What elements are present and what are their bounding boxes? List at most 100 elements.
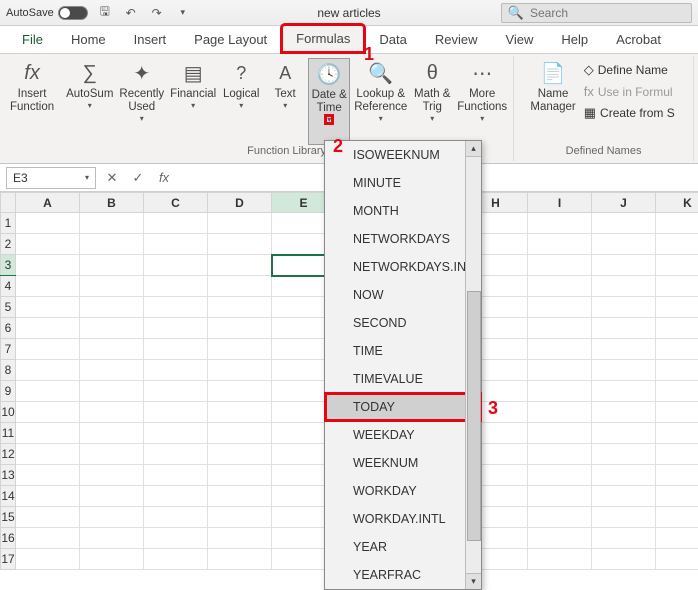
cell[interactable] (16, 213, 80, 234)
column-header[interactable]: A (16, 193, 80, 213)
column-header[interactable]: D (208, 193, 272, 213)
cell[interactable] (16, 234, 80, 255)
cell[interactable] (16, 297, 80, 318)
redo-icon[interactable]: ↷ (148, 4, 166, 22)
scroll-thumb[interactable] (467, 291, 481, 541)
cell[interactable] (80, 402, 144, 423)
cell[interactable] (144, 318, 208, 339)
save-icon[interactable]: 🖫 (96, 4, 114, 22)
tab-file[interactable]: File (8, 26, 57, 53)
cell[interactable] (592, 423, 656, 444)
cell[interactable] (80, 486, 144, 507)
dropdown-item-networkdays-intl[interactable]: NETWORKDAYS.INTL (325, 253, 481, 281)
dropdown-item-workday[interactable]: WORKDAY (325, 477, 481, 505)
dropdown-item-minute[interactable]: MINUTE (325, 169, 481, 197)
dropdown-item-networkdays[interactable]: NETWORKDAYS (325, 225, 481, 253)
cell[interactable] (16, 444, 80, 465)
cell[interactable] (528, 486, 592, 507)
cell[interactable] (528, 339, 592, 360)
cell[interactable] (208, 486, 272, 507)
row-header[interactable]: 13 (1, 465, 16, 486)
enter-icon[interactable]: ✓ (128, 168, 148, 188)
chevron-down-icon[interactable]: ▾ (325, 115, 333, 124)
cell[interactable] (144, 276, 208, 297)
cell[interactable] (208, 549, 272, 570)
create-from-selection-button[interactable]: ▦ Create from S (580, 103, 679, 123)
cell[interactable] (80, 213, 144, 234)
dropdown-item-workday-intl[interactable]: WORKDAY.INTL (325, 505, 481, 533)
row-header[interactable]: 1 (1, 213, 16, 234)
dropdown-item-timevalue[interactable]: TIMEVALUE (325, 365, 481, 393)
cell[interactable] (208, 423, 272, 444)
row-header[interactable]: 14 (1, 486, 16, 507)
cell[interactable] (656, 465, 698, 486)
tab-acrobat[interactable]: Acrobat (602, 26, 675, 53)
cell[interactable] (656, 528, 698, 549)
cell[interactable] (208, 318, 272, 339)
scroll-down-icon[interactable]: ▾ (466, 573, 481, 589)
define-name-button[interactable]: ◇ Define Name (580, 60, 679, 80)
cell[interactable] (208, 528, 272, 549)
dropdown-item-weekday[interactable]: WEEKDAY (325, 421, 481, 449)
cell[interactable] (144, 360, 208, 381)
cell[interactable] (528, 402, 592, 423)
cell[interactable] (144, 339, 208, 360)
cell[interactable] (592, 444, 656, 465)
cell[interactable] (16, 465, 80, 486)
cell[interactable] (80, 339, 144, 360)
row-header[interactable]: 15 (1, 507, 16, 528)
cell[interactable] (592, 507, 656, 528)
dropdown-item-isoweeknum[interactable]: ISOWEEKNUM (325, 141, 481, 169)
cell[interactable] (80, 255, 144, 276)
cell[interactable] (208, 255, 272, 276)
cell[interactable] (16, 381, 80, 402)
cell[interactable] (16, 423, 80, 444)
cell[interactable] (208, 213, 272, 234)
column-header[interactable]: C (144, 193, 208, 213)
cell[interactable] (528, 360, 592, 381)
cell[interactable] (144, 507, 208, 528)
cell[interactable] (528, 318, 592, 339)
tab-help[interactable]: Help (547, 26, 602, 53)
row-header[interactable]: 4 (1, 276, 16, 297)
row-header[interactable]: 12 (1, 444, 16, 465)
date-time-button[interactable]: 🕓 Date & Time ▾ (308, 58, 350, 145)
tab-home[interactable]: Home (57, 26, 120, 53)
dropdown-item-now[interactable]: NOW (325, 281, 481, 309)
cell[interactable] (144, 423, 208, 444)
cell[interactable] (528, 276, 592, 297)
cell[interactable] (80, 465, 144, 486)
cell[interactable] (80, 381, 144, 402)
cell[interactable] (592, 339, 656, 360)
cell[interactable] (208, 381, 272, 402)
cell[interactable] (656, 549, 698, 570)
cell[interactable] (80, 297, 144, 318)
cell[interactable] (144, 234, 208, 255)
row-header[interactable]: 2 (1, 234, 16, 255)
cell[interactable] (208, 339, 272, 360)
cell[interactable] (80, 234, 144, 255)
cell[interactable] (16, 486, 80, 507)
tab-pagelayout[interactable]: Page Layout (180, 26, 281, 53)
cell[interactable] (592, 234, 656, 255)
cell[interactable] (528, 297, 592, 318)
chevron-down-icon[interactable]: ▾ (85, 173, 89, 182)
cell[interactable] (528, 444, 592, 465)
cell[interactable] (16, 528, 80, 549)
text-button[interactable]: A Text ▾ (264, 58, 306, 145)
dropdown-item-yearfrac[interactable]: YEARFRAC (325, 561, 481, 589)
cell[interactable] (592, 276, 656, 297)
cell[interactable] (208, 234, 272, 255)
cell[interactable] (592, 381, 656, 402)
cell[interactable] (592, 255, 656, 276)
dropdown-item-year[interactable]: YEAR (325, 533, 481, 561)
cell[interactable] (528, 549, 592, 570)
cell[interactable] (592, 528, 656, 549)
cell[interactable] (656, 360, 698, 381)
cell[interactable] (16, 549, 80, 570)
row-header[interactable]: 3 (1, 255, 16, 276)
cell[interactable] (16, 276, 80, 297)
undo-icon[interactable]: ↶ (122, 4, 140, 22)
lookup-reference-button[interactable]: 🔍 Lookup & Reference ▾ (352, 58, 409, 145)
cell[interactable] (528, 507, 592, 528)
